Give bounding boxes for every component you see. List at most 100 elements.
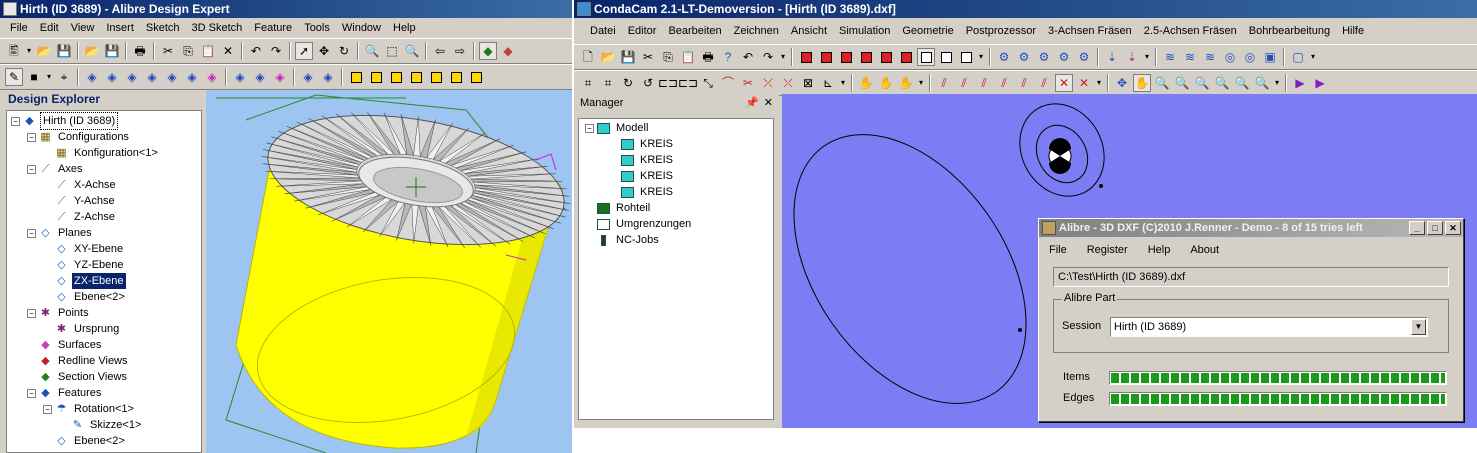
dialog-menu-about[interactable]: About	[1190, 244, 1219, 256]
cut-icon[interactable]: ✂	[639, 48, 657, 66]
cut-icon[interactable]: ✂	[159, 42, 177, 60]
view-right-icon[interactable]	[467, 68, 485, 86]
pin-icon[interactable]: 📌	[745, 94, 759, 112]
tree-item[interactable]: KREIS	[609, 184, 675, 200]
view-iso-icon[interactable]	[347, 68, 365, 86]
dialog-titlebar[interactable]: Alibre - 3D DXF (C)2010 J.Renner - Demo …	[1039, 219, 1463, 237]
feature-loft-icon[interactable]: ◈	[143, 68, 161, 86]
zoom-fit-icon[interactable]: 🔍	[1193, 74, 1211, 92]
maximize-icon[interactable]: □	[1427, 221, 1443, 235]
tree-item[interactable]: ◇ Ebene<2>	[43, 289, 127, 305]
previous-view-icon[interactable]: ⇦	[431, 42, 449, 60]
feature-sweep-icon[interactable]: ◈	[123, 68, 141, 86]
tree-item[interactable]: NC-Jobs	[585, 232, 661, 248]
zoom-icon[interactable]: 🔍	[363, 42, 381, 60]
toolpath-2-icon[interactable]: ⚙	[1015, 48, 1033, 66]
view-right-icon[interactable]	[917, 48, 935, 66]
dialog-menu-file[interactable]: File	[1049, 244, 1067, 256]
view-dropdown-icon[interactable]: ▾	[977, 48, 985, 66]
paste-icon[interactable]: 📋	[679, 48, 697, 66]
menu-editor[interactable]: Editor	[622, 25, 663, 37]
paste-icon[interactable]: 📋	[199, 42, 217, 60]
view-back-icon[interactable]	[387, 68, 405, 86]
measure-dropdown-icon[interactable]: ▾	[839, 74, 847, 92]
constraint-icon[interactable]: ⌖	[55, 68, 73, 86]
view-back-icon[interactable]	[837, 48, 855, 66]
view-front-icon[interactable]	[367, 68, 385, 86]
collapse-toggle-icon[interactable]: −	[43, 404, 52, 414]
toolpath-3-icon[interactable]: ⚙	[1035, 48, 1053, 66]
copy-icon[interactable]: ⎘	[179, 42, 197, 60]
dialog-menu-help[interactable]: Help	[1148, 244, 1171, 256]
tree-item[interactable]: − ⟋ Axes	[27, 161, 84, 177]
tree-item[interactable]: ◇ YZ-Ebene	[43, 257, 126, 273]
tree-item[interactable]: ◆ Section Views	[27, 369, 129, 385]
save-icon[interactable]: 💾	[55, 42, 73, 60]
reference-axis-icon[interactable]: ◈	[319, 68, 337, 86]
menu-hilfe[interactable]: Hilfe	[1336, 25, 1370, 37]
minimize-icon[interactable]: _	[1409, 221, 1425, 235]
pocket-icon[interactable]: ▣	[1261, 48, 1279, 66]
rectangle-icon[interactable]: ▢	[1289, 48, 1307, 66]
extend-icon[interactable]: ⤫	[759, 74, 777, 92]
dxf-path-field[interactable]: C:\Test\Hirth (ID 3689).dxf	[1053, 267, 1449, 287]
menu-sketch[interactable]: Sketch	[140, 22, 186, 34]
scale-icon[interactable]: ⤡	[699, 74, 717, 92]
layer-red-6-icon[interactable]: ⫽	[1035, 74, 1053, 92]
menu-2-5-achsen-fräsen[interactable]: 2.5-Achsen Fräsen	[1138, 25, 1243, 37]
layer-remove-icon[interactable]: ✕	[1075, 74, 1093, 92]
menu-view[interactable]: View	[65, 22, 101, 34]
view-left-icon[interactable]	[897, 48, 915, 66]
feature-hole-icon[interactable]: ◈	[251, 68, 269, 86]
tree-item[interactable]: ◇ ZX-Ebene	[43, 273, 126, 289]
layer-red-2-icon[interactable]: ⫽	[955, 74, 973, 92]
target-icon[interactable]: ◎	[1241, 48, 1259, 66]
undo-icon[interactable]: ↶	[247, 42, 265, 60]
session-select[interactable]: Hirth (ID 3689) ▼	[1110, 317, 1428, 337]
tree-item[interactable]: ⟋ Z-Achse	[43, 209, 117, 225]
layer-hide-icon[interactable]: ✕	[1055, 74, 1073, 92]
view-left-icon[interactable]	[447, 68, 465, 86]
collapse-toggle-icon[interactable]: −	[27, 388, 36, 398]
zoom-in-icon[interactable]: 🔍	[1233, 74, 1251, 92]
tree-item[interactable]: ◇ Ebene<2>	[43, 433, 127, 449]
layer-red-3-icon[interactable]: ⫽	[975, 74, 993, 92]
condacam-titlebar[interactable]: CondaCam 2.1-LT-Demoversion - [Hirth (ID…	[574, 0, 1477, 18]
copy-icon[interactable]: ⎘	[659, 48, 677, 66]
tree-item[interactable]: ◆ Surfaces	[27, 337, 103, 353]
curve-icon[interactable]: ⌒	[719, 74, 737, 92]
zoom-window-icon[interactable]: 🔍	[1173, 74, 1191, 92]
pan-icon[interactable]: ✥	[315, 42, 333, 60]
collapse-toggle-icon[interactable]: −	[27, 132, 36, 142]
menu-help[interactable]: Help	[387, 22, 422, 34]
view-front-icon[interactable]	[817, 48, 835, 66]
save-icon[interactable]: 💾	[619, 48, 637, 66]
circles-icon[interactable]: ◎	[1221, 48, 1239, 66]
menu-3-achsen-fräsen[interactable]: 3-Achsen Fräsen	[1042, 25, 1138, 37]
menu-geometrie[interactable]: Geometrie	[896, 25, 959, 37]
feature-fillet-icon[interactable]: ◈	[163, 68, 181, 86]
menu-bearbeiten[interactable]: Bearbeiten	[662, 25, 727, 37]
tree-item[interactable]: Umgrenzungen	[585, 216, 693, 232]
open-folder-icon[interactable]: 📂	[599, 48, 617, 66]
view-top-icon[interactable]	[407, 68, 425, 86]
menu-postprozessor[interactable]: Postprozessor	[960, 25, 1042, 37]
zoom-all-icon[interactable]: 🔍	[1213, 74, 1231, 92]
feature-extrude-icon[interactable]: ◈	[83, 68, 101, 86]
paint-dropdown-icon[interactable]: ▾	[917, 74, 925, 92]
menu-insert[interactable]: Insert	[100, 22, 140, 34]
menu-datei[interactable]: Datei	[584, 25, 622, 37]
node-edit-icon[interactable]: ⌗	[579, 74, 597, 92]
layer-dropdown-icon[interactable]: ▾	[1095, 74, 1103, 92]
view-bottom-icon[interactable]	[877, 48, 895, 66]
close-icon[interactable]: ✕	[1445, 221, 1461, 235]
tree-item[interactable]: − ◆ Features	[27, 385, 103, 401]
menu-3d-sketch[interactable]: 3D Sketch	[186, 22, 249, 34]
tree-item[interactable]: Rohteil	[585, 200, 652, 216]
undo-icon[interactable]: ↶	[739, 48, 757, 66]
dialog-menu-register[interactable]: Register	[1087, 244, 1128, 256]
zoom-dropdown-icon[interactable]: ▾	[1273, 74, 1281, 92]
delete-icon[interactable]: ✕	[219, 42, 237, 60]
collapse-toggle-icon[interactable]: −	[585, 123, 594, 133]
menu-tools[interactable]: Tools	[298, 22, 336, 34]
